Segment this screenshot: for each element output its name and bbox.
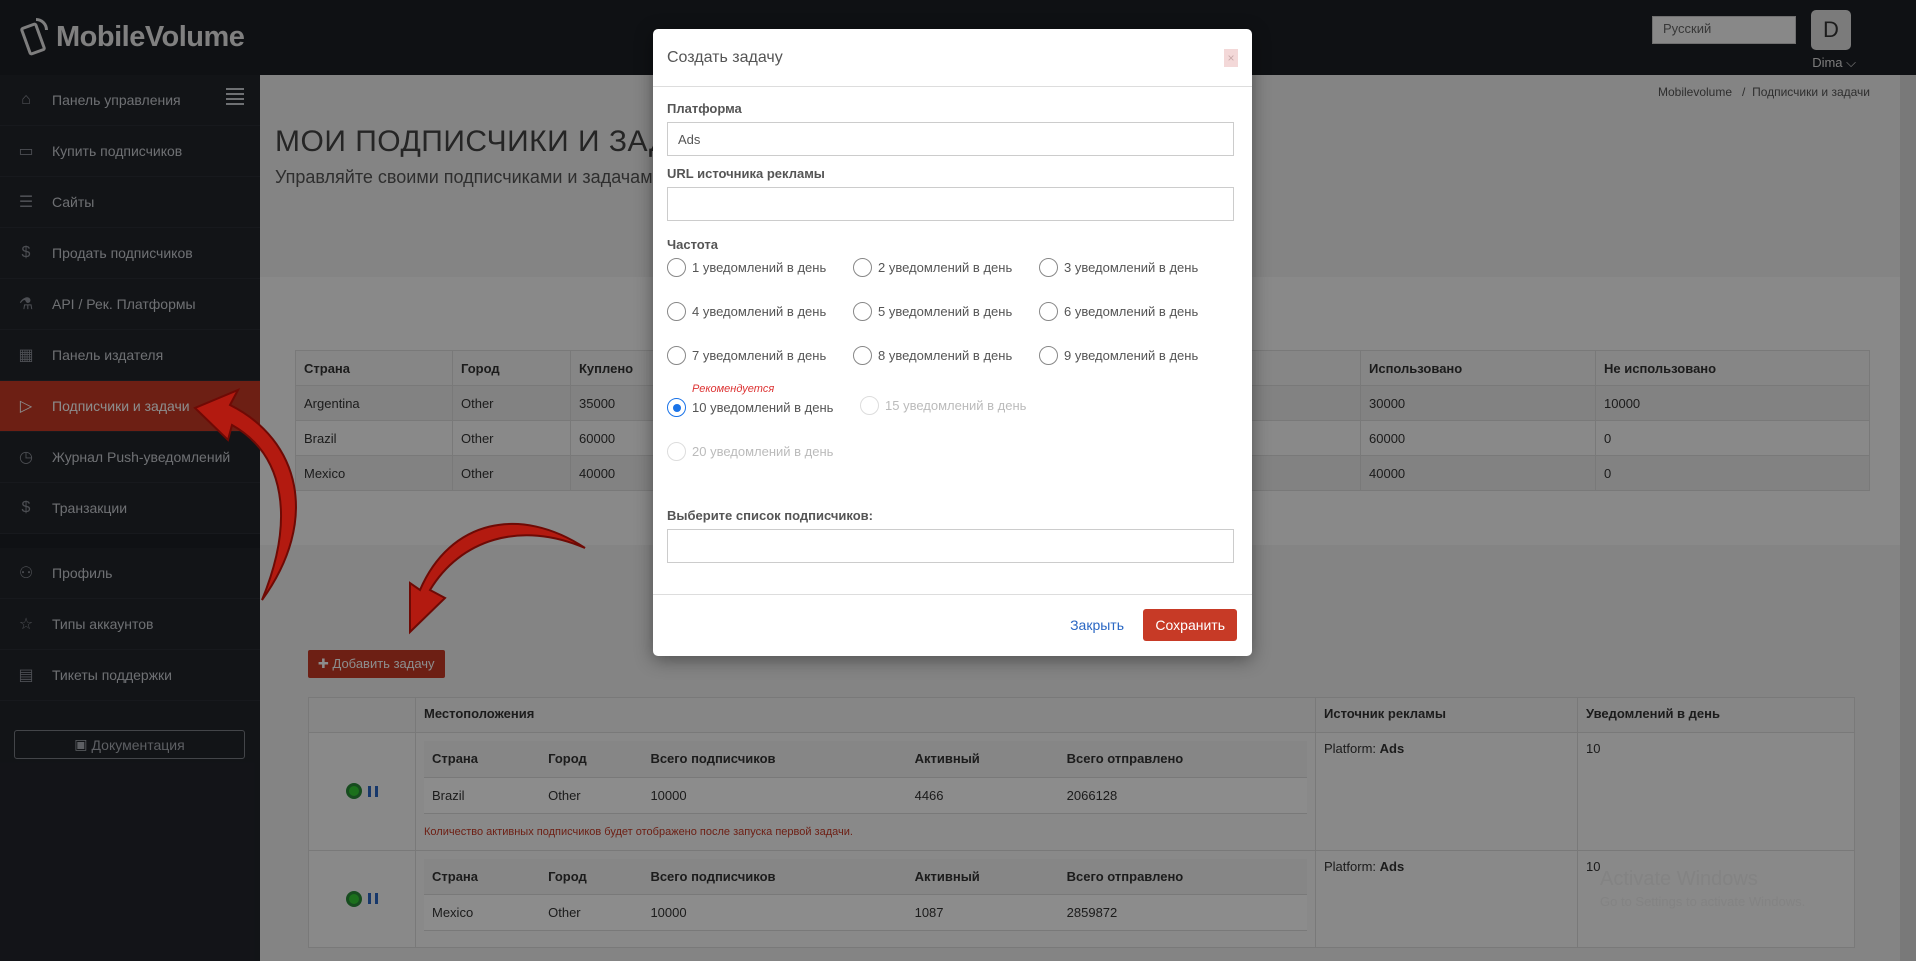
save-button[interactable]: Сохранить: [1143, 609, 1237, 641]
platform-input[interactable]: [667, 122, 1234, 156]
close-icon[interactable]: ×: [1224, 48, 1238, 67]
radio-frequency-8[interactable]: 8 уведомлений в день: [853, 346, 1012, 365]
subscriber-list-label: Выберите список подписчиков:: [667, 508, 874, 523]
modal-header: Создать задачу ×: [653, 29, 1252, 87]
subscriber-list-select[interactable]: [667, 529, 1234, 563]
create-task-modal: Создать задачу × Платформа URL источника…: [653, 29, 1252, 656]
radio-frequency-2[interactable]: 2 уведомлений в день: [853, 258, 1012, 277]
radio-frequency-15[interactable]: 15 уведомлений в день: [860, 396, 1026, 415]
modal-title: Создать задачу: [667, 48, 783, 66]
modal-footer: Закрыть Сохранить: [653, 594, 1252, 656]
platform-label: Платформа: [667, 101, 742, 116]
windows-watermark-sub: Go to Settings to activate Windows.: [1600, 894, 1806, 909]
close-button[interactable]: Закрыть: [1070, 617, 1124, 633]
radio-frequency-7[interactable]: 7 уведомлений в день: [667, 346, 826, 365]
radio-frequency-5[interactable]: 5 уведомлений в день: [853, 302, 1012, 321]
url-label: URL источника рекламы: [667, 166, 825, 181]
radio-frequency-1[interactable]: 1 уведомлений в день: [667, 258, 826, 277]
radio-frequency-20[interactable]: 20 уведомлений в день: [667, 442, 833, 461]
frequency-radio-group: 1 уведомлений в день 2 уведомлений в ден…: [667, 258, 1238, 508]
radio-frequency-6[interactable]: 6 уведомлений в день: [1039, 302, 1198, 321]
ad-url-input[interactable]: [667, 187, 1234, 221]
radio-frequency-9[interactable]: 9 уведомлений в день: [1039, 346, 1198, 365]
radio-frequency-10[interactable]: 10 уведомлений в день: [667, 398, 833, 417]
modal-body: Платформа URL источника рекламы Частота …: [653, 87, 1252, 579]
recommended-label: Рекомендуется: [692, 383, 775, 395]
radio-frequency-3[interactable]: 3 уведомлений в день: [1039, 258, 1198, 277]
frequency-label: Частота: [667, 237, 719, 252]
windows-watermark: Activate Windows: [1600, 868, 1758, 890]
radio-frequency-4[interactable]: 4 уведомлений в день: [667, 302, 826, 321]
